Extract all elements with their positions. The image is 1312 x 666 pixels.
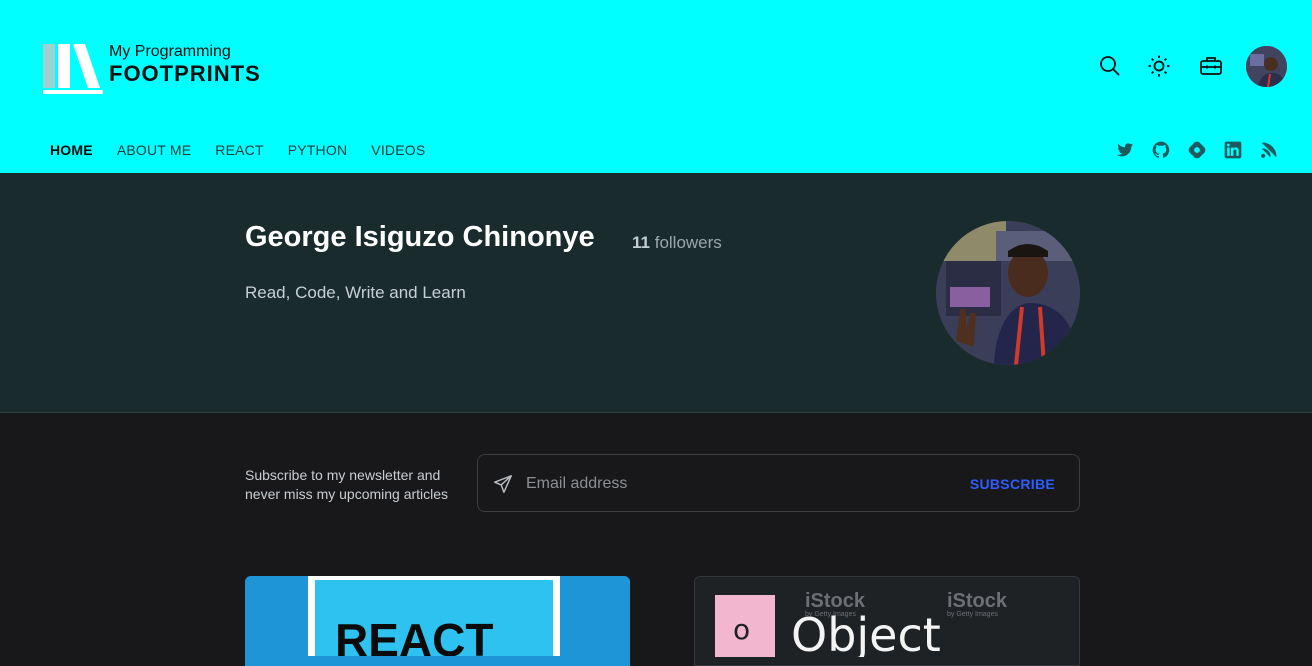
followers-count[interactable]: 11 followers [632, 233, 722, 253]
rss-icon [1261, 142, 1277, 158]
github-icon [1152, 141, 1170, 158]
author-photo [936, 221, 1080, 365]
cover-text-react: REACT [335, 614, 493, 656]
newsletter-form: SUBSCRIBE [477, 454, 1080, 512]
twitter-link[interactable] [1114, 139, 1136, 161]
logo-text-top: My Programming [109, 43, 231, 60]
cover-text-o: o [733, 613, 750, 646]
linkedin-link[interactable] [1222, 139, 1244, 161]
hashnode-link[interactable] [1186, 139, 1208, 161]
paper-plane-icon [494, 475, 512, 493]
site-logo[interactable]: My Programming FOOTPRINTS [43, 41, 283, 97]
author-name[interactable]: George Isiguzo Chinonye [245, 221, 595, 254]
newsletter-text: Subscribe to my newsletter and never mis… [245, 467, 449, 502]
user-avatar[interactable] [1246, 46, 1287, 87]
linkedin-icon [1224, 141, 1242, 159]
watermark-sub-2: by Getty Images [947, 611, 998, 618]
watermark-text-2: iStock [947, 590, 1008, 612]
email-input[interactable] [526, 469, 946, 499]
toolbox-icon [1200, 57, 1222, 75]
followers-number: 11 [632, 233, 650, 252]
post-cover-react: REACT [245, 576, 630, 666]
post-cover-object: iStock by Getty Images iStock by Getty I… [695, 577, 1079, 662]
nav-videos[interactable]: VIDEOS [359, 138, 437, 164]
main-nav: HOME ABOUT ME REACT PYTHON VIDEOS [38, 138, 437, 164]
author-hero: George Isiguzo Chinonye 11 followers Rea… [0, 173, 1312, 413]
rss-link[interactable] [1258, 139, 1280, 161]
logo-text-bottom: FOOTPRINTS [109, 61, 261, 86]
subscribe-button[interactable]: SUBSCRIBE [960, 469, 1065, 499]
twitter-icon [1116, 143, 1134, 157]
sun-icon [1148, 55, 1170, 77]
toolbox-button[interactable] [1191, 46, 1231, 86]
hashnode-icon [1188, 141, 1206, 159]
nav-react[interactable]: REACT [203, 138, 275, 164]
followers-label: followers [654, 233, 722, 252]
site-header: My Programming FOOTPRINTS HOME ABOUT ME … [0, 0, 1312, 173]
books-logo-icon [43, 44, 103, 94]
search-icon [1100, 56, 1120, 76]
avatar-photo [1246, 46, 1287, 87]
cover-text-object: Object [791, 608, 941, 657]
github-link[interactable] [1150, 139, 1172, 161]
theme-toggle-button[interactable] [1139, 46, 1179, 86]
author-tagline: Read, Code, Write and Learn [245, 283, 466, 302]
nav-about-me[interactable]: ABOUT ME [105, 138, 203, 164]
nav-home[interactable]: HOME [38, 138, 105, 164]
author-photo-image [936, 221, 1080, 365]
nav-python[interactable]: PYTHON [276, 138, 360, 164]
search-button[interactable] [1090, 46, 1130, 86]
